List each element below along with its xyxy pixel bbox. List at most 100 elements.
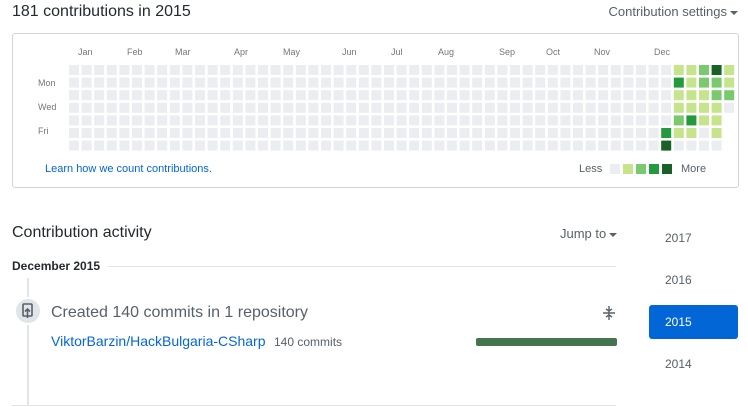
day-cell[interactable]: [610, 115, 621, 126]
day-cell[interactable]: [459, 128, 470, 138]
day-cell[interactable]: [371, 102, 382, 113]
day-cell[interactable]: [106, 128, 117, 138]
day-cell[interactable]: [636, 90, 646, 101]
day-cell[interactable]: [270, 115, 281, 126]
day-cell[interactable]: [346, 90, 357, 101]
day-cell[interactable]: [421, 65, 432, 75]
day-cell[interactable]: [484, 140, 495, 151]
day-cell[interactable]: [434, 77, 445, 88]
day-cell[interactable]: [522, 140, 533, 151]
day-cell[interactable]: [295, 128, 306, 138]
day-cell[interactable]: [585, 115, 596, 126]
day-cell[interactable]: [396, 128, 407, 138]
day-cell[interactable]: [711, 115, 722, 126]
day-cell[interactable]: [371, 128, 382, 138]
day-cell[interactable]: [711, 102, 722, 113]
day-cell[interactable]: [459, 65, 470, 75]
day-cell[interactable]: [535, 115, 546, 126]
day-cell[interactable]: [421, 128, 432, 138]
day-cell[interactable]: [270, 102, 281, 113]
day-cell[interactable]: [220, 140, 231, 151]
day-cell[interactable]: [686, 140, 697, 151]
day-cell[interactable]: [724, 90, 735, 101]
year-filter-2015[interactable]: 2015: [649, 305, 738, 339]
day-cell[interactable]: [535, 77, 546, 88]
day-cell[interactable]: [547, 140, 558, 151]
day-cell[interactable]: [409, 65, 420, 75]
day-cell[interactable]: [636, 77, 646, 88]
day-cell[interactable]: [522, 115, 533, 126]
day-cell[interactable]: [598, 77, 609, 88]
day-cell[interactable]: [106, 102, 117, 113]
day-cell[interactable]: [434, 115, 445, 126]
day-cell[interactable]: [472, 115, 483, 126]
day-cell[interactable]: [598, 102, 609, 113]
day-cell[interactable]: [497, 115, 508, 126]
day-cell[interactable]: [258, 128, 268, 138]
day-cell[interactable]: [648, 90, 659, 101]
day-cell[interactable]: [270, 140, 281, 151]
day-cell[interactable]: [636, 115, 646, 126]
day-cell[interactable]: [106, 77, 117, 88]
day-cell[interactable]: [673, 128, 684, 138]
day-cell[interactable]: [686, 90, 697, 101]
day-cell[interactable]: [661, 65, 672, 75]
day-cell[interactable]: [610, 65, 621, 75]
day-cell[interactable]: [573, 90, 583, 101]
day-cell[interactable]: [321, 65, 331, 75]
day-cell[interactable]: [119, 77, 130, 88]
day-cell[interactable]: [295, 65, 306, 75]
day-cell[interactable]: [409, 140, 420, 151]
day-cell[interactable]: [573, 102, 583, 113]
day-cell[interactable]: [711, 77, 722, 88]
contribution-settings-dropdown[interactable]: Contribution settings: [608, 4, 738, 19]
day-cell[interactable]: [396, 77, 407, 88]
day-cell[interactable]: [547, 115, 558, 126]
day-cell[interactable]: [396, 65, 407, 75]
day-cell[interactable]: [220, 90, 231, 101]
day-cell[interactable]: [258, 90, 268, 101]
day-cell[interactable]: [585, 90, 596, 101]
day-cell[interactable]: [384, 90, 394, 101]
day-cell[interactable]: [598, 90, 609, 101]
day-cell[interactable]: [573, 115, 583, 126]
day-cell[interactable]: [220, 65, 231, 75]
day-cell[interactable]: [384, 128, 394, 138]
day-cell[interactable]: [711, 140, 722, 151]
day-cell[interactable]: [661, 115, 672, 126]
day-cell[interactable]: [648, 115, 659, 126]
day-cell[interactable]: [447, 128, 457, 138]
day-cell[interactable]: [295, 90, 306, 101]
day-cell[interactable]: [106, 115, 117, 126]
day-cell[interactable]: [132, 128, 142, 138]
day-cell[interactable]: [472, 65, 483, 75]
day-cell[interactable]: [573, 65, 583, 75]
day-cell[interactable]: [106, 140, 117, 151]
day-cell[interactable]: [358, 140, 369, 151]
day-cell[interactable]: [132, 90, 142, 101]
day-cell[interactable]: [384, 140, 394, 151]
day-cell[interactable]: [283, 77, 294, 88]
day-cell[interactable]: [283, 128, 294, 138]
day-cell[interactable]: [636, 65, 646, 75]
day-cell[interactable]: [295, 115, 306, 126]
day-cell[interactable]: [346, 65, 357, 75]
day-cell[interactable]: [94, 90, 105, 101]
day-cell[interactable]: [245, 77, 256, 88]
day-cell[interactable]: [144, 102, 155, 113]
day-cell[interactable]: [434, 65, 445, 75]
day-cell[interactable]: [245, 102, 256, 113]
day-cell[interactable]: [396, 102, 407, 113]
day-cell[interactable]: [459, 90, 470, 101]
day-cell[interactable]: [333, 65, 344, 75]
day-cell[interactable]: [169, 77, 180, 88]
day-cell[interactable]: [547, 102, 558, 113]
day-cell[interactable]: [598, 115, 609, 126]
day-cell[interactable]: [308, 115, 319, 126]
day-cell[interactable]: [182, 140, 193, 151]
day-cell[interactable]: [321, 140, 331, 151]
day-cell[interactable]: [119, 102, 130, 113]
day-cell[interactable]: [421, 115, 432, 126]
day-cell[interactable]: [258, 115, 268, 126]
day-cell[interactable]: [144, 128, 155, 138]
